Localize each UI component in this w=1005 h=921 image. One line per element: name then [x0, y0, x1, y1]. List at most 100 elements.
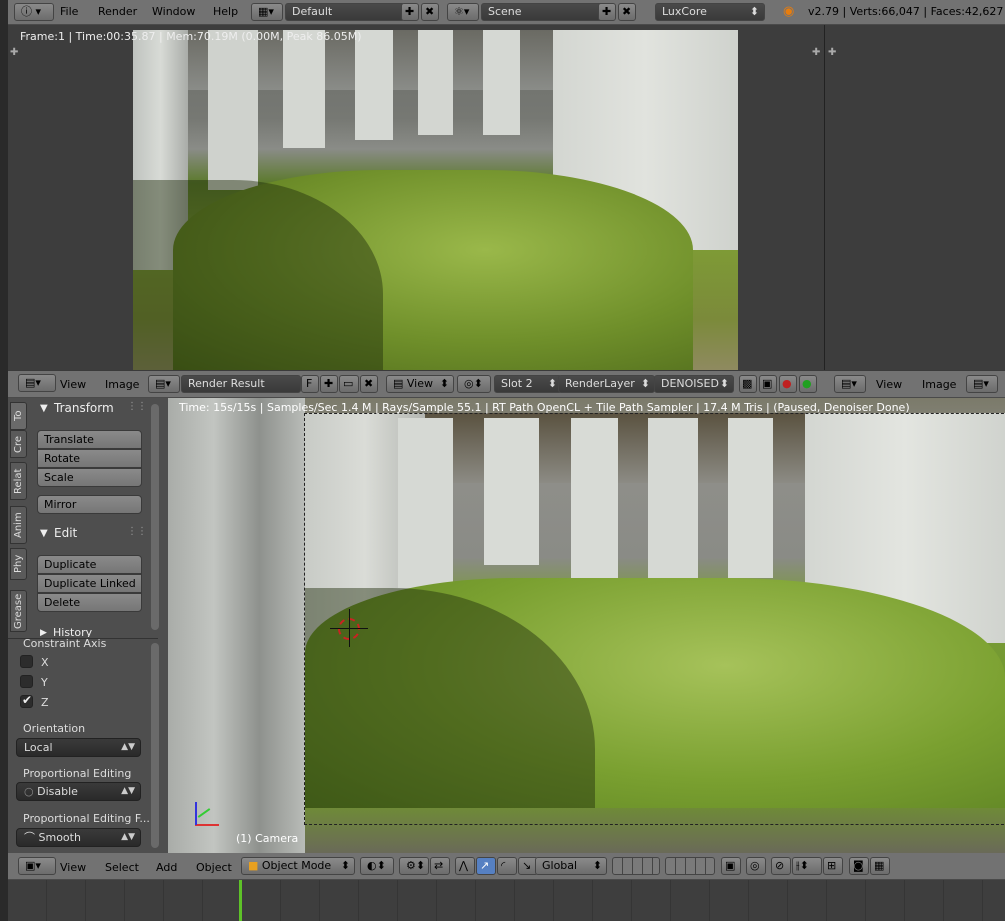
corner-plus-icon[interactable]: ✚ — [828, 47, 836, 58]
scene-field[interactable]: Scene — [481, 3, 603, 21]
render-engine-label: LuxCore — [662, 5, 707, 18]
editor-type-button-right[interactable]: ▤▾ — [834, 375, 866, 393]
scene-icon[interactable]: ⚛▾ — [447, 3, 479, 21]
drag-handle-icon[interactable]: ⋮⋮ — [127, 526, 147, 537]
menu-object[interactable]: Object — [196, 859, 232, 877]
layout-field[interactable]: Default — [285, 3, 405, 21]
mode-select[interactable]: ■ Object Mode ⬍ — [241, 857, 355, 875]
editor-type-button[interactable]: ▤▾ — [18, 374, 56, 392]
snap-element-select[interactable]: ⫲⬍ — [792, 857, 822, 875]
render-engine-select[interactable]: LuxCore ⬍ — [655, 3, 765, 21]
render-pass-select[interactable]: DENOISED ⬍ — [654, 375, 734, 393]
orientation-select[interactable]: Local ▲▼ — [16, 738, 141, 757]
info-editor-button[interactable]: ⓘ ▾ — [14, 3, 54, 21]
transform-orientation-select[interactable]: Global ⬍ — [535, 857, 607, 875]
proportional-falloff-select[interactable]: ⌒ Smooth ▲▼ — [16, 828, 141, 847]
image-browse-button-right[interactable]: ▤▾ — [966, 375, 998, 393]
image-name-field[interactable]: Render Result — [181, 375, 301, 393]
scene-remove-button[interactable]: ✖ — [618, 3, 636, 21]
tool-shelf-scrollbar[interactable] — [151, 404, 159, 630]
current-frame-indicator[interactable] — [239, 880, 242, 921]
tab-physics[interactable]: Phy — [10, 548, 27, 580]
menu-file[interactable]: File — [60, 3, 78, 21]
duplicate-button[interactable]: Duplicate — [37, 555, 142, 574]
fake-user-button[interactable]: F — [301, 375, 319, 393]
menu-window[interactable]: Window — [152, 3, 195, 21]
pivot-icon[interactable]: ◎⬍ — [457, 375, 491, 393]
translate-button[interactable]: Translate — [37, 430, 142, 449]
edit-collapse-icon[interactable]: ▼ — [40, 528, 48, 539]
green-channel-icon[interactable]: ● — [799, 375, 817, 393]
scale-button[interactable]: Scale — [37, 468, 142, 487]
layout-remove-button[interactable]: ✖ — [421, 3, 439, 21]
blender-logo-icon: ◉ — [783, 4, 795, 19]
lock-layers-icon[interactable]: ▣ — [721, 857, 741, 875]
orientation-label: Orientation — [23, 722, 86, 735]
transform-manipulator-icon[interactable]: ⋀ — [455, 857, 475, 875]
image-browse-button[interactable]: ▤▾ — [148, 375, 180, 393]
menu-help[interactable]: Help — [213, 3, 238, 21]
transform-collapse-icon[interactable]: ▼ — [40, 403, 48, 414]
delete-button[interactable]: Delete — [37, 593, 142, 612]
snap-toggle-icon[interactable]: ⊘ — [771, 857, 791, 875]
menu-view-right[interactable]: View — [876, 376, 902, 394]
viewport-3d[interactable] — [168, 398, 1005, 853]
shading-select[interactable]: ◐⬍ — [360, 857, 394, 875]
layers-grid-2[interactable] — [665, 857, 715, 875]
cube-icon: ■ — [248, 859, 262, 872]
drag-handle-icon[interactable]: ⋮⋮ — [127, 401, 147, 412]
menu-view[interactable]: View — [60, 859, 86, 877]
manipulator-toggle[interactable]: ⇄ — [430, 857, 450, 875]
pivot-select[interactable]: ⚙⬍ — [399, 857, 429, 875]
layout-icon[interactable]: ▦▾ — [251, 3, 283, 21]
layers-grid-1[interactable] — [612, 857, 660, 875]
axis-y-checkbox[interactable] — [20, 675, 33, 688]
menu-select[interactable]: Select — [105, 859, 139, 877]
menu-image[interactable]: Image — [105, 376, 139, 394]
red-channel-icon[interactable]: ● — [779, 375, 797, 393]
menu-image-right[interactable]: Image — [922, 376, 956, 394]
new-image-button[interactable]: ✚ — [320, 375, 338, 393]
duplicate-linked-button[interactable]: Duplicate Linked — [37, 574, 142, 593]
menu-add[interactable]: Add — [156, 859, 177, 877]
tab-tools[interactable]: To — [10, 402, 27, 430]
layout-add-button[interactable]: ✚ — [401, 3, 419, 21]
rotate-button[interactable]: Rotate — [37, 449, 142, 468]
snap-target-icon[interactable]: ⊞ — [823, 857, 843, 875]
corner-plus-icon[interactable]: ✚ — [812, 47, 820, 58]
translate-manipulator-icon[interactable]: ↗ — [476, 857, 496, 875]
proportional-edit-icon[interactable]: ◎ — [746, 857, 766, 875]
menu-render[interactable]: Render — [98, 3, 137, 21]
axis-x-checkbox[interactable] — [20, 655, 33, 668]
tab-animation[interactable]: Anim — [10, 506, 27, 544]
history-panel-title[interactable]: History — [53, 626, 92, 637]
view-mode-select[interactable]: ▤ View ⬍ — [386, 375, 454, 393]
render-image — [133, 30, 738, 370]
alpha-checker-icon[interactable]: ▩ — [739, 375, 757, 393]
render-layer-select[interactable]: RenderLayer ⬍ — [558, 375, 655, 393]
scene-add-button[interactable]: ✚ — [598, 3, 616, 21]
redo-panel-scrollbar[interactable] — [151, 643, 159, 848]
unlink-image-button[interactable]: ✖ — [360, 375, 378, 393]
editor-type-button[interactable]: ▣▾ — [18, 857, 56, 875]
top-bar: ⓘ ▾ File Render Window Help ▦▾ Default ✚… — [8, 0, 1005, 36]
color-channel-icon[interactable]: ▣ — [759, 375, 777, 393]
tab-relations[interactable]: Relat — [10, 462, 27, 500]
axis-z-checkbox[interactable]: ✔ — [20, 693, 33, 708]
edit-panel-title[interactable]: Edit — [54, 526, 77, 540]
menu-view[interactable]: View — [60, 376, 86, 394]
transform-panel-title[interactable]: Transform — [54, 401, 114, 415]
render-animation-icon[interactable]: ▦ — [870, 857, 890, 875]
tab-create[interactable]: Cre — [10, 430, 27, 458]
proportional-editing-select[interactable]: ○ Disable ▲▼ — [16, 782, 141, 801]
orientation-value: Local — [24, 741, 53, 754]
open-image-icon[interactable]: ▭ — [339, 375, 359, 393]
corner-plus-icon[interactable]: ✚ — [10, 47, 18, 58]
proportional-falloff-value: Smooth — [38, 831, 81, 844]
slot-select[interactable]: Slot 2 ⬍ — [494, 375, 562, 393]
timeline[interactable] — [8, 880, 1005, 921]
rotate-manipulator-icon[interactable]: ◜ — [497, 857, 517, 875]
mirror-button[interactable]: Mirror — [37, 495, 142, 514]
render-still-icon[interactable]: ◙ — [849, 857, 869, 875]
tab-grease-pencil[interactable]: Grease — [10, 590, 27, 632]
